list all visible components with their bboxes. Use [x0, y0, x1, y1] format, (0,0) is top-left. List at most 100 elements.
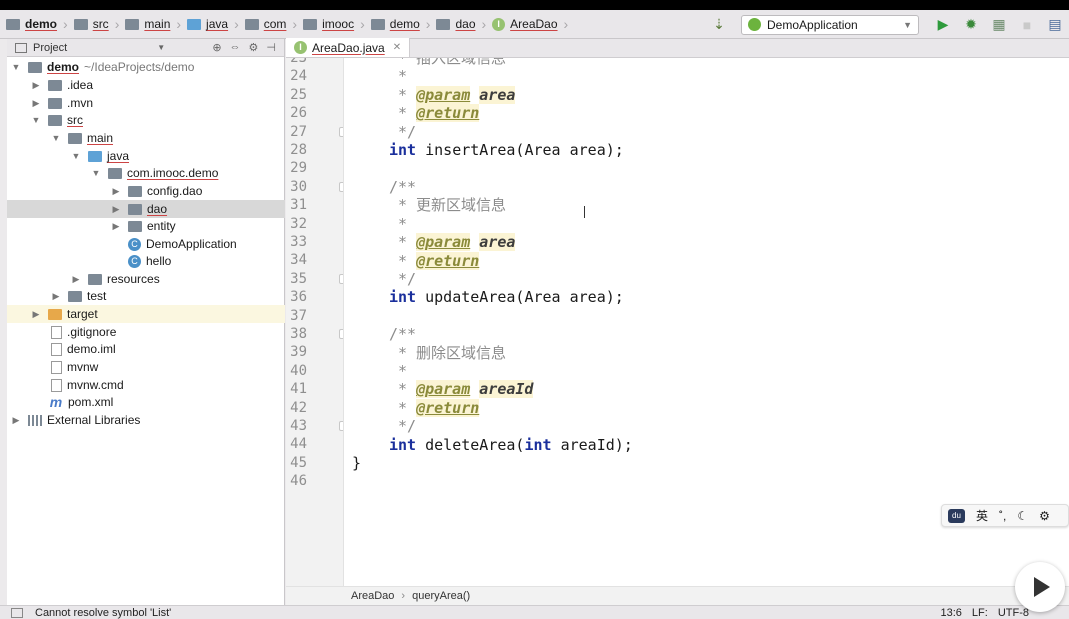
gear-icon[interactable]: ⚙ [1039, 509, 1050, 523]
package-icon [108, 167, 122, 179]
scroll-from-source-icon[interactable]: ⊕ [212, 41, 221, 54]
collapse-all-icon[interactable]: ⇔ [230, 41, 241, 54]
breadcrumb-method[interactable]: queryArea() [412, 590, 470, 602]
file-encoding[interactable]: UTF-8 [998, 607, 1029, 619]
tree-item-demo-iml[interactable]: demo.iml [7, 340, 285, 358]
line-number: 38 [290, 326, 307, 342]
line-separator[interactable]: LF: [972, 607, 988, 619]
chevron-right-icon: › [563, 16, 569, 32]
project-panel-header: Project ▼ ⊕ ⇔ ⚙ ⊣ [7, 39, 284, 57]
tree-item-mvnw-cmd[interactable]: mvnw.cmd [7, 376, 285, 394]
tree-item-idea[interactable]: ▶ .idea [7, 76, 285, 94]
code-line-41: * @param areaId [398, 380, 534, 399]
fold-marker-icon[interactable] [339, 181, 343, 192]
navigation-bar: demo › src › main › java › com › imooc › demo › [0, 10, 1069, 39]
breadcrumb-demo[interactable]: demo › [0, 10, 68, 39]
expanded-arrow-icon[interactable]: ▼ [71, 151, 81, 161]
collapsed-arrow-icon[interactable]: ▶ [31, 98, 41, 109]
run-icon[interactable]: ▶ [929, 10, 957, 39]
code-line-23: * 插入区域信息 [398, 58, 507, 67]
code-line-35: */ [398, 270, 417, 288]
fold-marker-icon[interactable] [339, 329, 343, 339]
tree-item-pom-xml[interactable]: m pom.xml [7, 393, 285, 411]
line-number: 37 [290, 307, 307, 324]
tree-item-demoapplication[interactable]: C DemoApplication [7, 235, 285, 253]
tree-item-test[interactable]: ▶ test [7, 287, 285, 305]
view-dropdown-icon[interactable]: ▼ [157, 43, 165, 52]
interface-icon: I [492, 17, 506, 31]
caret-position[interactable]: 13:6 [941, 607, 962, 619]
breadcrumb-dao[interactable]: dao › [430, 10, 486, 39]
tree-item-main[interactable]: ▼ main [7, 129, 285, 147]
breadcrumb-com[interactable]: com › [239, 10, 297, 39]
debug-icon[interactable]: ✹ [957, 10, 985, 39]
line-number: 25 [290, 86, 307, 103]
expanded-arrow-icon[interactable]: ▼ [11, 62, 21, 72]
collapsed-arrow-icon[interactable]: ▶ [111, 204, 121, 215]
close-icon[interactable]: ✕ [393, 42, 401, 53]
folder-icon [48, 79, 62, 91]
fold-marker-icon[interactable] [339, 273, 343, 284]
breadcrumb-areadao[interactable]: I AreaDao › [486, 10, 568, 39]
tree-item-gitignore[interactable]: .gitignore [7, 323, 285, 341]
fold-marker-icon[interactable] [339, 126, 343, 137]
collapsed-arrow-icon[interactable]: ▶ [111, 186, 121, 197]
tree-item-config-dao[interactable]: ▶ config.dao [7, 182, 285, 200]
collapsed-arrow-icon[interactable]: ▶ [31, 80, 41, 91]
build-icon[interactable]: ⇣ [705, 10, 733, 39]
line-number: 41 [290, 381, 307, 398]
tree-item-resources[interactable]: ▶ resources [7, 270, 285, 288]
tree-item-target[interactable]: ▶ target [7, 305, 285, 323]
project-view-icon [15, 42, 27, 53]
tool-windows-icon[interactable] [11, 607, 23, 618]
tree-item-src[interactable]: ▼ src [7, 111, 285, 129]
breadcrumb-class[interactable]: AreaDao [351, 590, 394, 602]
folder-icon [68, 132, 82, 144]
gear-icon[interactable]: ⚙ [249, 41, 259, 54]
collapsed-arrow-icon[interactable]: ▶ [11, 415, 21, 426]
line-number: 26 [290, 105, 307, 122]
tree-item-dao[interactable]: ▶ dao [7, 200, 285, 218]
tree-item-com-imooc-demo[interactable]: ▼ com.imooc.demo [7, 164, 285, 182]
expanded-arrow-icon[interactable]: ▼ [51, 133, 61, 143]
project-structure-icon[interactable]: ▤ [1041, 10, 1069, 39]
tree-item-external-libraries[interactable]: ▶ External Libraries [7, 411, 285, 429]
run-configuration-select[interactable]: DemoApplication ▼ [741, 14, 919, 35]
coverage-icon[interactable]: ▦ [985, 10, 1013, 39]
breadcrumb-main[interactable]: main › [119, 10, 181, 39]
line-number: 32 [290, 215, 307, 232]
breadcrumb-java[interactable]: java › [181, 10, 239, 39]
collapsed-arrow-icon[interactable]: ▶ [111, 221, 121, 232]
tree-item-java[interactable]: ▼ java [7, 147, 285, 165]
chevron-right-icon: › [401, 590, 406, 602]
collapsed-arrow-icon[interactable]: ▶ [51, 291, 61, 302]
play-icon [1034, 577, 1050, 597]
breadcrumb-imooc[interactable]: imooc › [297, 10, 365, 39]
baidu-ime-logo[interactable]: du [948, 508, 965, 523]
dropdown-arrow-icon: ▼ [903, 19, 912, 30]
hide-panel-icon[interactable]: ⊣ [266, 41, 276, 54]
tree-item-hello[interactable]: C hello [7, 252, 285, 270]
line-number: 23 [290, 58, 307, 66]
tree-item-demo[interactable]: ▼ demo ~/IdeaProjects/demo [7, 58, 285, 76]
breadcrumb-src[interactable]: src › [68, 10, 119, 39]
play-button[interactable] [1015, 562, 1065, 612]
code-line-24: * [398, 67, 408, 86]
collapsed-arrow-icon[interactable]: ▶ [31, 309, 41, 320]
tree-item-mvn[interactable]: ▶ .mvn [7, 94, 285, 112]
code-line-40: * [398, 362, 408, 380]
tree-item-mvnw[interactable]: mvnw [7, 358, 285, 376]
tree-item-entity[interactable]: ▶ entity [7, 217, 285, 235]
status-bar: Cannot resolve symbol 'List' 13:6 LF: UT… [0, 605, 1069, 619]
source-folder-icon [187, 18, 202, 30]
punctuation-icon[interactable]: ˚, [999, 509, 1006, 523]
breadcrumb-demo-package[interactable]: demo › [365, 10, 430, 39]
expanded-arrow-icon[interactable]: ▼ [91, 168, 101, 178]
stop-icon[interactable]: ■ [1013, 10, 1041, 39]
moon-icon[interactable]: ☾ [1017, 509, 1028, 523]
collapsed-arrow-icon[interactable]: ▶ [71, 274, 81, 285]
ime-language-toggle[interactable]: 英 [976, 507, 988, 524]
fold-marker-icon[interactable] [339, 421, 343, 431]
tab-areadao-java[interactable]: I AreaDao.java ✕ [286, 38, 411, 57]
expanded-arrow-icon[interactable]: ▼ [31, 115, 41, 125]
